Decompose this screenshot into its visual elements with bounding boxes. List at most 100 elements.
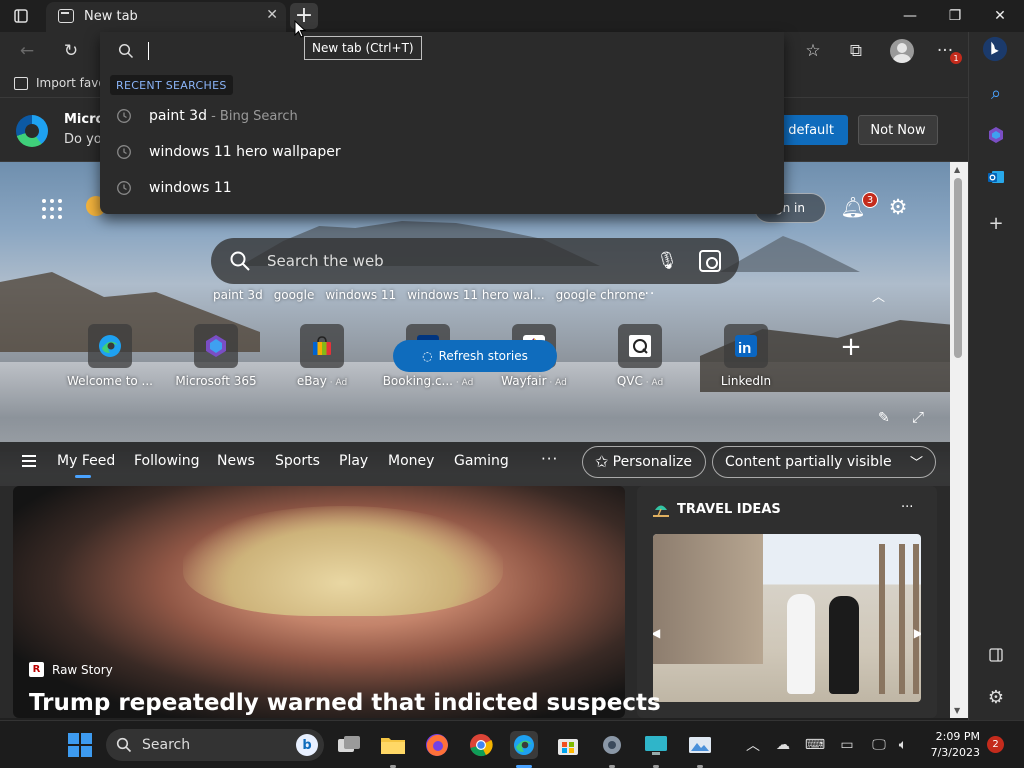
expand-icon[interactable]: ⤢ [912,408,930,426]
story-source[interactable]: R Raw Story [29,662,113,677]
quick-link[interactable]: in LinkedIn [696,324,796,394]
personalize-label: Personalize [612,454,692,470]
scrollbar-thumb[interactable] [954,178,962,358]
add-quick-link-plus-icon[interactable]: + [836,332,866,362]
not-now-button[interactable]: Not Now [858,115,938,145]
travel-ideas-card[interactable]: TRAVEL IDEAS ··· ◀ ▶ [637,486,937,718]
bing-copilot-button[interactable] [982,36,1008,62]
edit-background-icon[interactable]: ✎ [878,410,896,426]
feed-more-button[interactable]: ··· [541,450,558,468]
trending-item[interactable]: google [274,288,315,306]
profile-avatar[interactable] [890,39,914,63]
tab-following[interactable]: Following [134,453,200,469]
trending-item[interactable]: google chrome [556,288,646,306]
suggestion-item[interactable]: paint 3d - Bing Search [100,99,784,135]
top-story-card[interactable] [13,486,625,718]
raw-story-logo-icon: R [29,662,44,677]
hamburger-menu-icon[interactable] [22,455,36,467]
collapse-chevron-up-icon[interactable]: ︿ [872,286,885,305]
trending-item[interactable]: windows 11 hero wal... [407,288,544,306]
sidebar-search-button[interactable]: ⌕ [983,80,1009,106]
tab-gaming[interactable]: Gaming [454,453,509,469]
trending-item[interactable]: windows 11 [325,288,396,306]
monitor-tray-icon[interactable]: 🖵︎ [870,736,888,754]
promo-subtitle: Do yo [64,132,102,147]
tab-actions-button[interactable] [10,6,32,26]
travel-photo: ◀ ▶ [653,534,921,702]
system-clock[interactable]: 2:09 PM 7/3/2023 [924,729,980,761]
tab-sports[interactable]: Sports [275,453,320,469]
personalize-button[interactable]: ✩ Personalize [582,446,706,478]
arrow-left-icon: ← [19,41,35,61]
microsoft-store-button[interactable] [554,731,582,759]
hide-sidebar-button[interactable] [983,642,1009,668]
travel-more-button[interactable]: ··· [901,500,913,515]
suggestion-text: windows 11 hero wallpaper [149,144,341,160]
restore-button[interactable]: ❐ [933,4,977,28]
web-search-box[interactable]: Search the web 🎙︎ [211,238,739,284]
file-explorer-button[interactable] [379,731,407,759]
show-hidden-icons-chevron-up-icon[interactable]: ︿ [744,736,762,754]
start-button[interactable] [68,733,92,757]
taskbar-search[interactable]: Search b [106,729,324,761]
display-icon[interactable]: ▭ [838,736,856,754]
quick-link[interactable]: eBay · Ad [272,324,372,394]
edge-taskbar-button[interactable] [510,731,538,759]
favorites-button[interactable]: ☆ [800,39,826,63]
app-launcher-icon[interactable] [42,199,62,219]
quick-link[interactable]: Microsoft 365 [166,324,266,394]
refresh-stories-button[interactable]: ◌ Refresh stories [393,340,557,372]
sidebar-microsoft365-button[interactable] [983,122,1009,148]
collections-button[interactable]: ⧉ [843,39,869,63]
refresh-button[interactable]: ↻ [58,39,84,63]
quick-link[interactable]: QVC · Ad [590,324,690,394]
quick-link[interactable]: Welcome to ... [60,324,160,394]
back-button[interactable]: ← [14,39,40,63]
story-headline[interactable]: Trump repeatedly warned that indicted su… [29,690,661,716]
tab-news[interactable]: News [217,453,255,469]
close-window-button[interactable]: ✕ [978,4,1022,28]
more-notification-badge: 1 [950,52,962,64]
carousel-prev-icon[interactable]: ◀ [653,626,660,640]
sidebar-outlook-button[interactable] [983,164,1009,190]
tab-my-feed[interactable]: My Feed [57,453,115,478]
minimize-button[interactable]: — [888,4,932,28]
keyboard-icon[interactable]: ⌨ [805,736,825,754]
address-bar-input[interactable] [100,32,784,70]
search-icon [230,251,250,271]
import-favorites-link[interactable]: Import favo [14,76,106,90]
notification-center-badge[interactable]: 2 [987,736,1004,753]
notifications-bell-icon[interactable]: 🔔︎ [840,195,865,219]
suggestion-item[interactable]: windows 11 hero wallpaper [100,135,784,171]
remote-desktop-button[interactable] [642,731,670,759]
network-icon[interactable]: ☁ [774,736,792,754]
address-bar-dropdown: RECENT SEARCHES paint 3d - Bing Search w… [100,32,784,214]
sidebar-add-button[interactable]: + [983,210,1009,236]
tab-new-tab[interactable]: New tab ✕ [46,2,286,32]
bing-chat-icon[interactable]: b [296,734,318,756]
trending-item[interactable]: paint 3d [213,288,263,306]
tab-close-icon[interactable]: ✕ [266,7,278,23]
content-visibility-dropdown[interactable]: Content partially visible ﹀ [712,446,936,478]
suggestion-item[interactable]: windows 11 [100,171,784,207]
photos-button[interactable] [686,731,714,759]
chrome-button[interactable] [467,731,495,759]
qvc-icon [629,335,651,357]
scroll-up-arrow-icon[interactable]: ▲ [954,165,960,174]
carousel-next-icon[interactable]: ▶ [914,626,921,640]
page-scrollbar[interactable]: ▲ ▼ [950,162,968,718]
trending-more-button[interactable]: ··· [639,286,655,302]
chevron-down-icon: ﹀ [909,456,923,471]
volume-icon[interactable]: 🔈︎ [894,736,912,754]
visual-search-icon[interactable] [699,250,721,272]
scroll-down-arrow-icon[interactable]: ▼ [954,706,960,715]
task-view-icon [338,736,360,752]
tab-money[interactable]: Money [388,453,434,469]
microphone-icon[interactable]: 🎙︎ [656,250,678,272]
task-view-button[interactable] [335,731,363,759]
tab-play[interactable]: Play [339,453,368,469]
sidebar-settings-button[interactable]: ⚙ [983,684,1009,710]
settings-taskbar-button[interactable] [598,731,626,759]
firefox-button[interactable] [423,731,451,759]
page-settings-gear-icon[interactable]: ⚙ [886,195,910,219]
